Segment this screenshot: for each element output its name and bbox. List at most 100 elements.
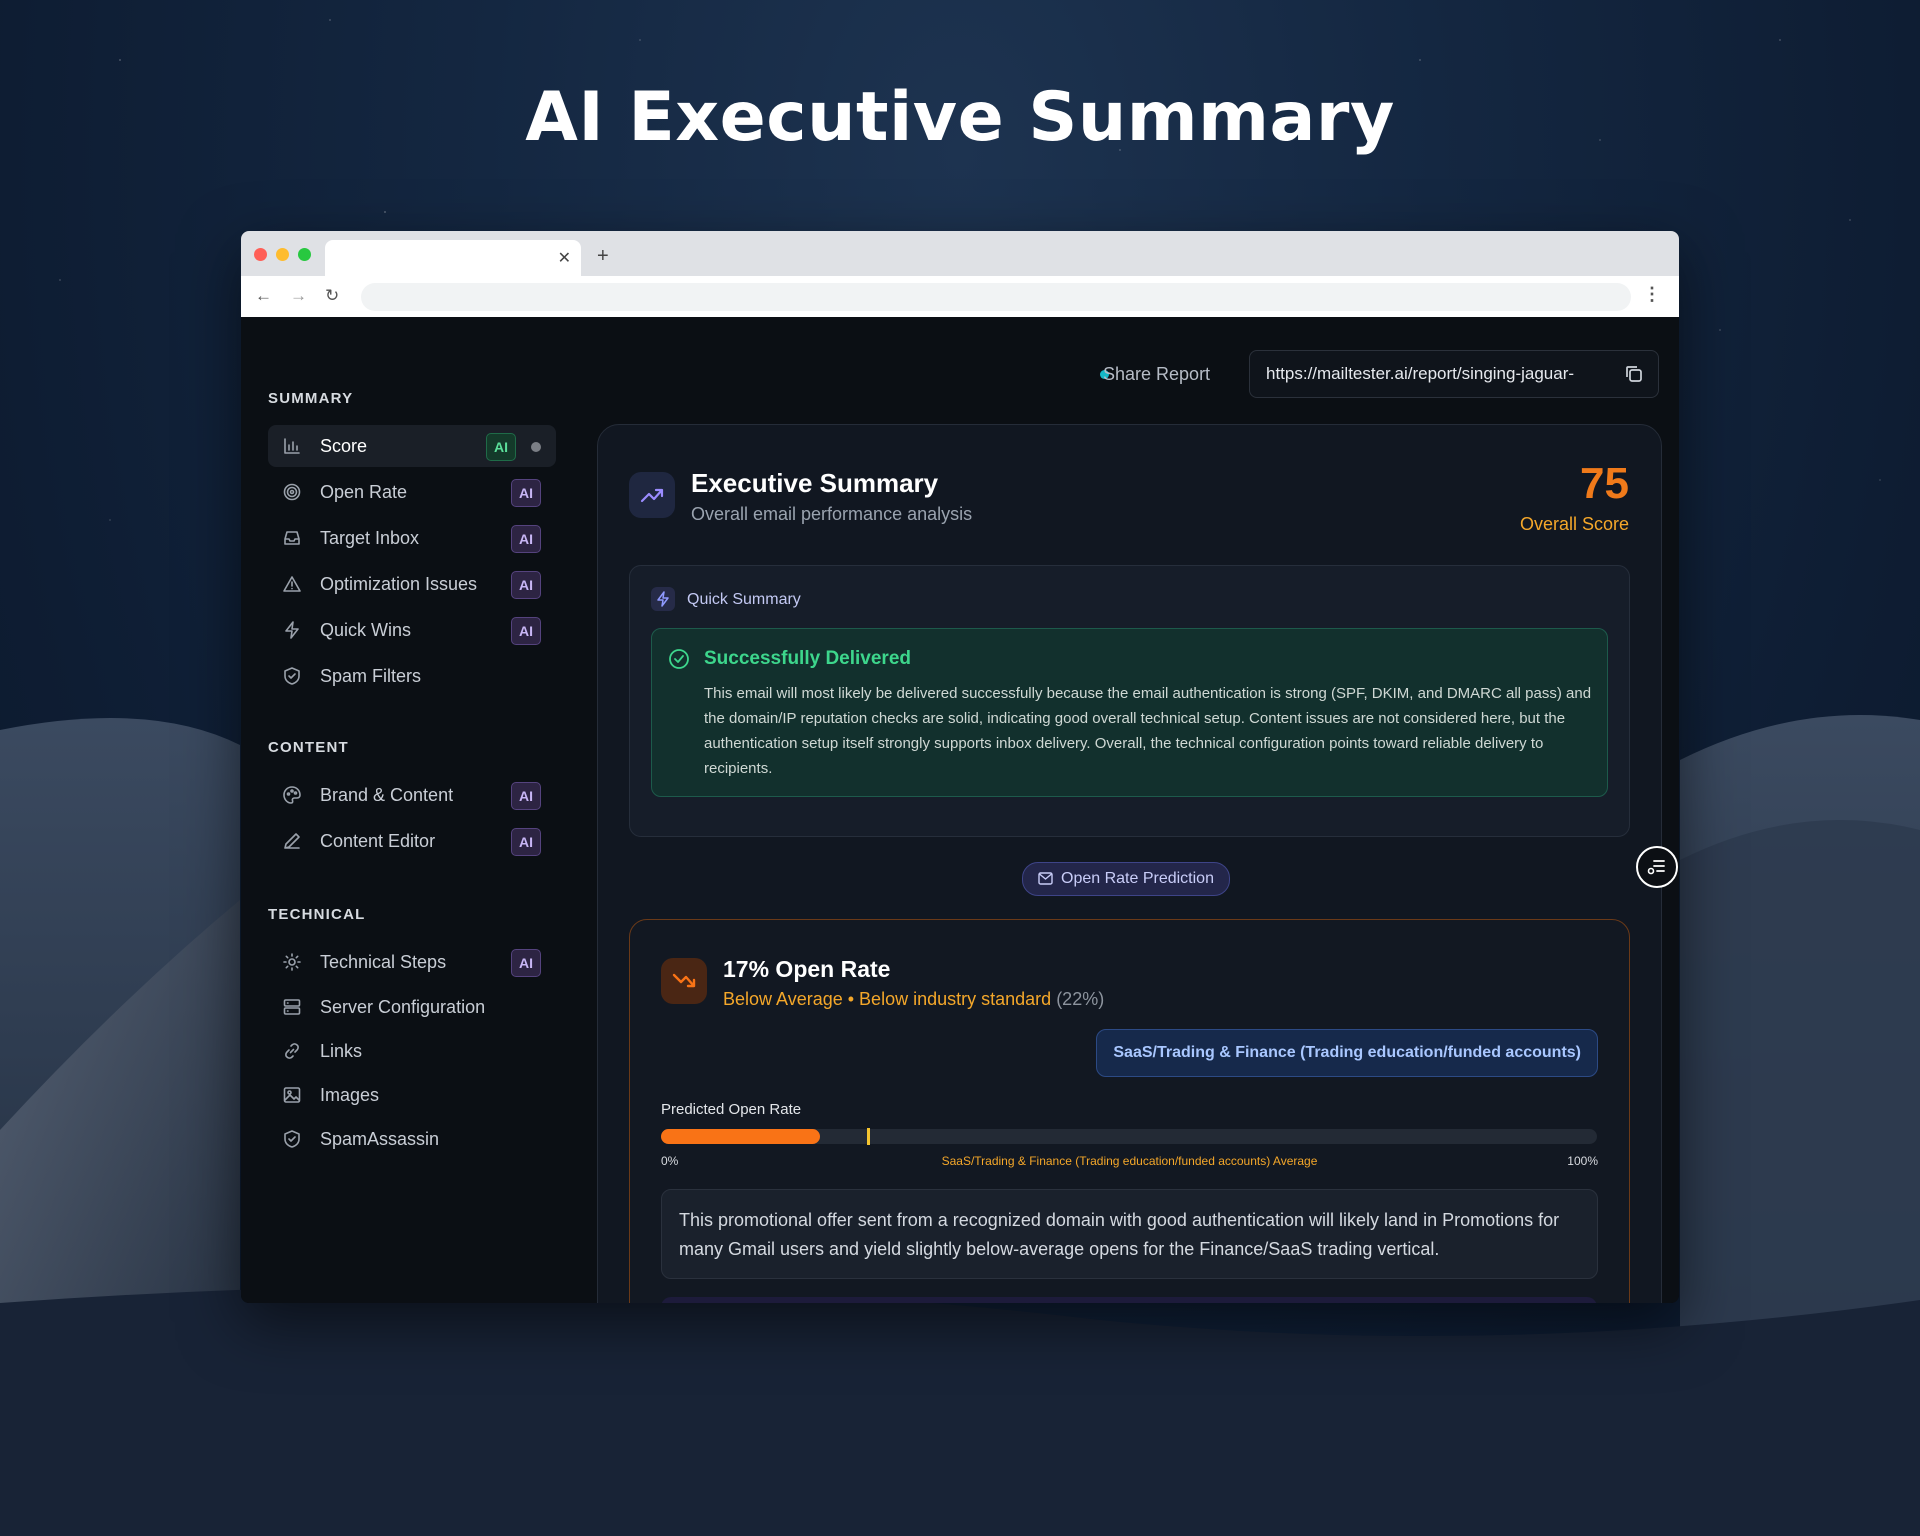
sidebar-item-optimization-issues[interactable]: Optimization Issues AI bbox=[268, 563, 556, 605]
browser-tab-bar: ✕ + bbox=[241, 231, 1679, 276]
target-icon bbox=[283, 483, 301, 501]
open-rate-description: This promotional offer sent from a recog… bbox=[661, 1189, 1598, 1279]
industry-average-marker bbox=[866, 1128, 870, 1145]
overall-score-value: 75 bbox=[1580, 459, 1629, 508]
ai-badge: AI bbox=[511, 782, 541, 810]
browser-menu-icon[interactable]: ⋮ bbox=[1643, 284, 1661, 305]
ai-badge: AI bbox=[511, 617, 541, 645]
share-url-text: https://mailtester.ai/report/singing-jag… bbox=[1266, 364, 1575, 383]
ai-badge: AI bbox=[511, 525, 541, 553]
maximize-window-button[interactable] bbox=[298, 248, 311, 261]
ai-badge: AI bbox=[511, 949, 541, 977]
pencil-icon bbox=[284, 833, 300, 849]
trending-down-icon bbox=[661, 958, 707, 1004]
new-tab-icon[interactable]: + bbox=[597, 245, 609, 268]
link-icon bbox=[285, 1043, 299, 1059]
sidebar-item-target-inbox[interactable]: Target Inbox AI bbox=[268, 517, 556, 559]
open-rate-progress-track bbox=[661, 1128, 1597, 1145]
sidebar-item-score[interactable]: Score AI bbox=[268, 425, 556, 467]
open-rate-status: Below Average • Below industry standard … bbox=[723, 989, 1104, 1010]
sidebar-item-label: Technical Steps bbox=[320, 952, 447, 972]
overall-score-label: Overall Score bbox=[1519, 514, 1629, 534]
sidebar-section-title: CONTENT bbox=[268, 739, 349, 756]
open-rate-progress-fill bbox=[661, 1129, 821, 1144]
sidebar-item-technical-steps[interactable]: Technical Steps AI bbox=[268, 941, 556, 983]
palette-icon bbox=[283, 786, 301, 804]
progress-max-label: 100% bbox=[1567, 1154, 1598, 1168]
sidebar-item-label: Open Rate bbox=[320, 482, 408, 502]
sidebar-item-spamassassin[interactable]: SpamAssassin bbox=[268, 1118, 556, 1160]
forward-arrow-icon[interactable]: → bbox=[290, 286, 307, 306]
quick-summary-card: Quick Summary Successfully Delivered Thi… bbox=[629, 565, 1630, 837]
sidebar: SUMMARY Score AI Open Rate AI Target Inbox AI O… bbox=[241, 317, 591, 1303]
browser-tab[interactable]: ✕ bbox=[325, 240, 581, 276]
sidebar-item-server-configuration[interactable]: Server Configuration bbox=[268, 986, 556, 1028]
industry-average-label: SaaS/Trading & Finance (Trading educatio… bbox=[941, 1154, 1318, 1168]
app-content: SUMMARY Score AI Open Rate AI Target Inbox AI O… bbox=[241, 317, 1679, 1303]
lightning-icon bbox=[651, 587, 675, 611]
sidebar-item-links[interactable]: Links bbox=[268, 1030, 556, 1072]
sidebar-item-label: Images bbox=[320, 1085, 380, 1105]
executive-summary-panel: Executive Summary Overall email performa… bbox=[597, 424, 1662, 1303]
sidebar-item-label: Content Editor bbox=[320, 831, 436, 851]
open-rate-prediction-label: Open Rate Prediction bbox=[1061, 870, 1214, 887]
page-title: AI Executive Summary bbox=[525, 78, 1395, 157]
delivery-status-title: Successfully Delivered bbox=[704, 648, 911, 669]
sidebar-item-label: Brand & Content bbox=[320, 785, 454, 805]
warning-triangle-icon bbox=[283, 576, 301, 592]
sidebar-item-label: Optimization Issues bbox=[320, 574, 478, 594]
delivery-status-text: This email will most likely be delivered… bbox=[704, 685, 1592, 777]
predicted-open-rate-label: Predicted Open Rate bbox=[661, 1101, 802, 1118]
sidebar-section-title: TECHNICAL bbox=[268, 906, 366, 923]
executive-summary-title: Executive Summary bbox=[691, 468, 939, 498]
sidebar-item-label: Quick Wins bbox=[320, 620, 412, 640]
industry-badge: SaaS/Trading & Finance (Trading educatio… bbox=[1096, 1029, 1598, 1077]
industry-standard-value: (22%) bbox=[1056, 989, 1105, 1009]
open-rate-card: 17% Open Rate Below Average • Below indu… bbox=[629, 919, 1630, 1303]
ai-badge: AI bbox=[511, 828, 541, 856]
address-bar[interactable] bbox=[361, 283, 1631, 311]
sidebar-section-title: SUMMARY bbox=[268, 390, 354, 407]
sidebar-item-open-rate[interactable]: Open Rate AI bbox=[268, 471, 556, 513]
mail-icon bbox=[1038, 872, 1053, 885]
sidebar-item-spam-filters[interactable]: Spam Filters bbox=[268, 655, 556, 697]
check-circle-icon bbox=[669, 649, 689, 669]
image-icon bbox=[283, 1087, 301, 1103]
browser-window: ✕ + ← → ↻ ⋮ SUMMARY Score AI Open Rate AI Tar… bbox=[241, 231, 1679, 1303]
sidebar-item-label: Server Configuration bbox=[320, 997, 486, 1017]
sidebar-item-quick-wins[interactable]: Quick Wins AI bbox=[268, 609, 556, 651]
delivery-status-box: Successfully Delivered This email will m… bbox=[651, 628, 1608, 797]
close-window-button[interactable] bbox=[254, 248, 267, 261]
back-arrow-icon[interactable]: ← bbox=[255, 286, 272, 306]
floating-menu-button[interactable] bbox=[1636, 846, 1678, 888]
ai-badge: AI bbox=[486, 433, 516, 461]
share-url-field[interactable]: https://mailtester.ai/report/singing-jag… bbox=[1249, 350, 1659, 398]
share-report-label: Share Report bbox=[1103, 364, 1211, 384]
inbox-icon bbox=[284, 531, 300, 545]
next-section-card bbox=[661, 1297, 1597, 1303]
sidebar-item-label: Spam Filters bbox=[320, 666, 422, 686]
browser-nav-bar: ← → ↻ ⋮ bbox=[241, 276, 1679, 318]
shield-icon bbox=[284, 667, 300, 685]
sidebar-item-brand-content[interactable]: Brand & Content AI bbox=[268, 774, 556, 816]
minimize-window-button[interactable] bbox=[276, 248, 289, 261]
bar-chart-icon bbox=[284, 438, 300, 454]
lightning-icon bbox=[285, 621, 299, 639]
ai-badge: AI bbox=[511, 571, 541, 599]
sidebar-item-content-editor[interactable]: Content Editor AI bbox=[268, 820, 556, 862]
close-tab-icon[interactable]: ✕ bbox=[558, 248, 571, 268]
reload-icon[interactable]: ↻ bbox=[325, 286, 339, 306]
shield-icon bbox=[284, 1130, 300, 1148]
status-dot bbox=[531, 442, 541, 452]
list-settings-icon bbox=[1647, 860, 1665, 875]
copy-icon[interactable] bbox=[1624, 364, 1644, 384]
open-rate-prediction-pill[interactable]: Open Rate Prediction bbox=[1022, 862, 1230, 896]
sidebar-item-label: Score bbox=[320, 436, 368, 456]
sidebar-item-images[interactable]: Images bbox=[268, 1074, 556, 1116]
open-rate-status-text: Below Average • Below industry standard bbox=[723, 989, 1052, 1009]
sidebar-item-label: Target Inbox bbox=[320, 528, 420, 548]
server-icon bbox=[283, 999, 301, 1015]
sidebar-item-label: SpamAssassin bbox=[320, 1129, 440, 1149]
executive-summary-subtitle: Overall email performance analysis bbox=[691, 504, 973, 524]
sidebar-item-label: Links bbox=[320, 1041, 363, 1061]
